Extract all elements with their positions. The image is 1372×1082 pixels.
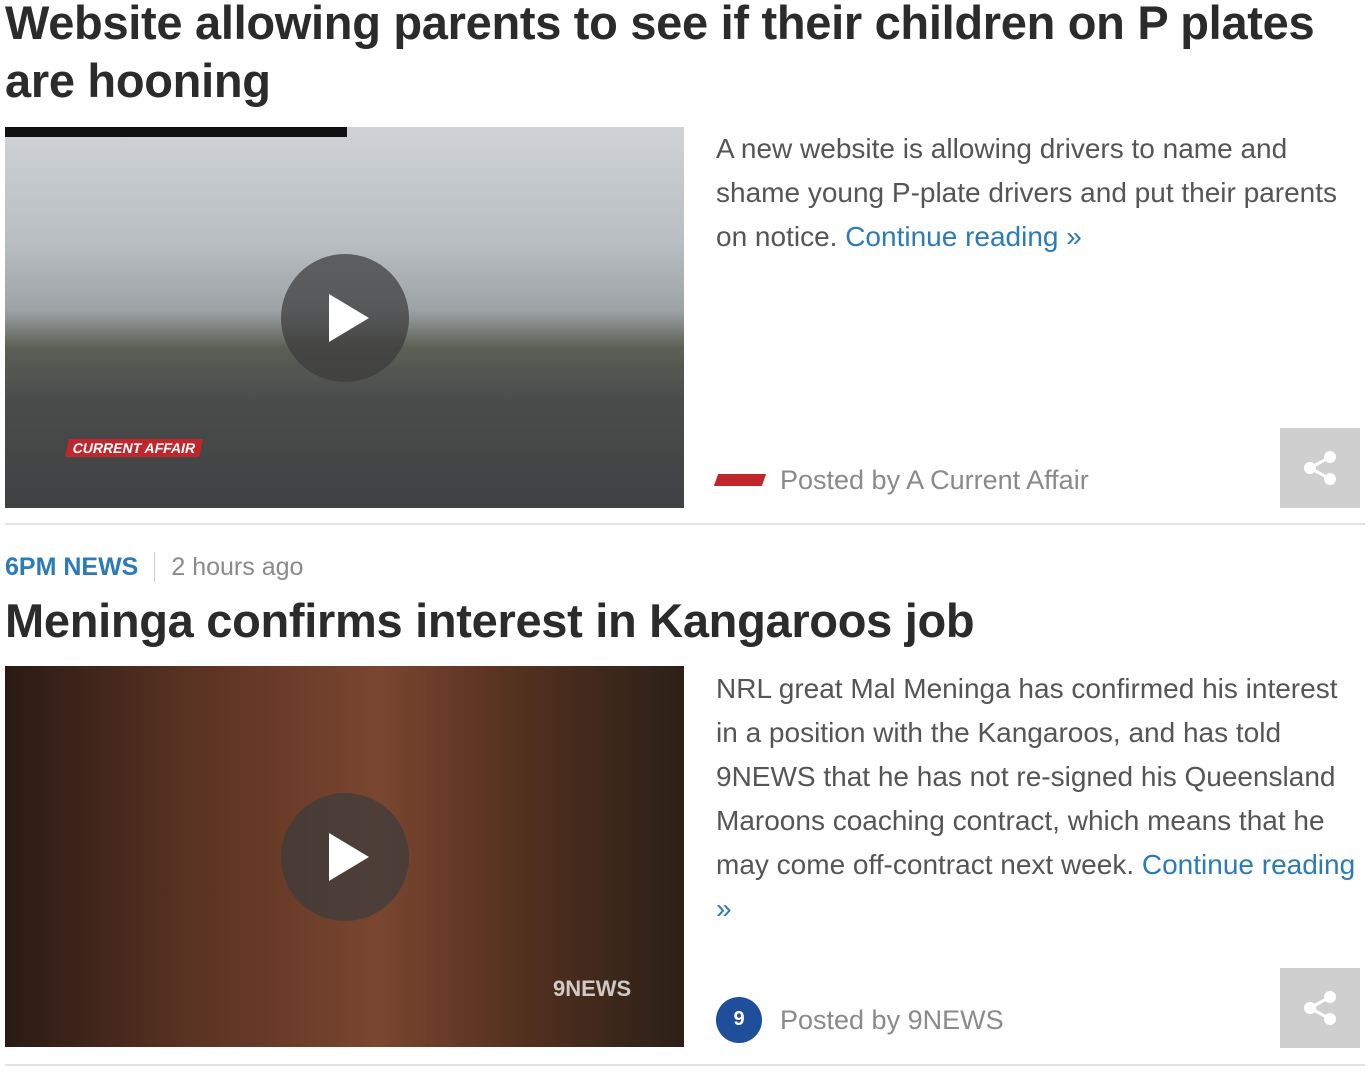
play-button[interactable] xyxy=(281,254,409,382)
video-watermark: CURRENT AFFAIR xyxy=(65,439,204,457)
posted-by: Posted by A Current Affair xyxy=(713,463,1089,497)
article-headline[interactable]: Meninga confirms interest in Kangaroos j… xyxy=(5,592,975,650)
a-current-affair-logo xyxy=(713,474,767,486)
article-meta: 6PM NEWS 2 hours ago xyxy=(5,549,303,585)
article-summary: A new website is allowing drivers to nam… xyxy=(716,127,1366,259)
meta-separator xyxy=(154,552,156,582)
video-thumbnail[interactable]: 9NEWS xyxy=(5,666,684,1047)
timestamp: 2 hours ago xyxy=(171,552,304,581)
video-timestamp-bar xyxy=(5,127,347,137)
play-button[interactable] xyxy=(281,793,409,921)
continue-reading-link[interactable]: Continue reading » xyxy=(845,221,1082,252)
share-icon xyxy=(1304,991,1336,1025)
article-divider xyxy=(5,523,1365,525)
posted-by-text: Posted by 9NEWS xyxy=(780,1004,1004,1035)
section-link[interactable]: 6PM NEWS xyxy=(5,553,138,582)
play-icon xyxy=(329,294,369,342)
share-icon xyxy=(1304,451,1336,485)
video-thumbnail[interactable]: CURRENT AFFAIR xyxy=(5,127,684,508)
article-headline[interactable]: Website allowing parents to see if their… xyxy=(5,0,1345,110)
video-watermark: 9NEWS xyxy=(553,976,632,1001)
posted-by: 9 Posted by 9NEWS xyxy=(716,997,1004,1043)
share-button[interactable] xyxy=(1280,428,1360,508)
article-summary: NRL great Mal Meninga has confirmed his … xyxy=(716,667,1366,931)
posted-by-text: Posted by A Current Affair xyxy=(780,464,1089,495)
9news-logo: 9 xyxy=(716,997,762,1043)
article-divider xyxy=(5,1064,1365,1066)
play-icon xyxy=(329,833,369,881)
share-button[interactable] xyxy=(1280,968,1360,1048)
